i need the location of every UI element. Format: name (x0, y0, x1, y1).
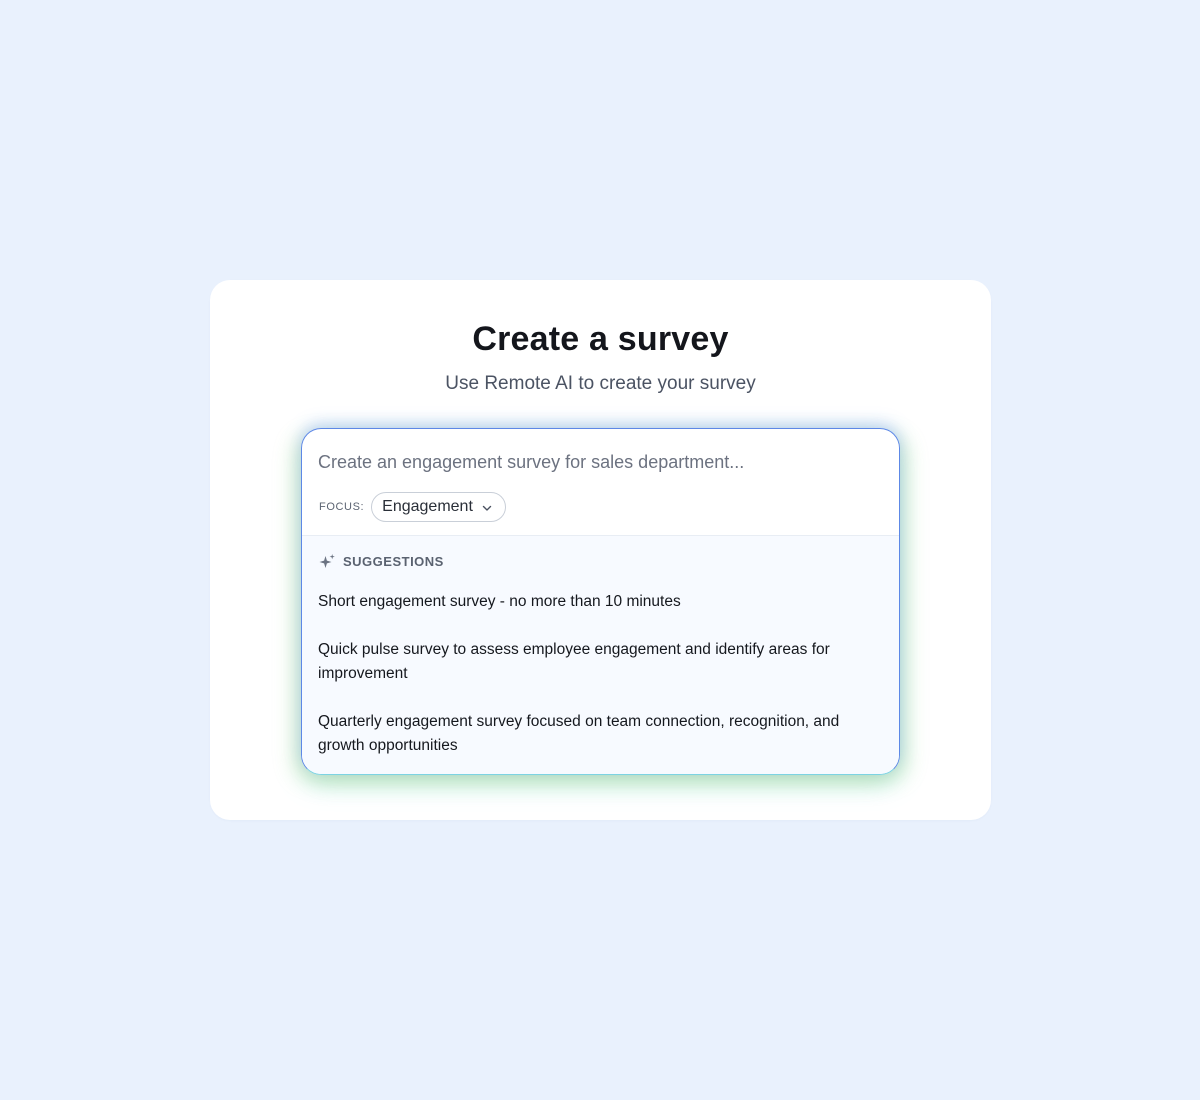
survey-card: Create a survey Use Remote AI to create … (210, 280, 991, 820)
suggestions-panel: SUGGESTIONS Short engagement survey - no… (302, 535, 899, 774)
suggestions-heading: SUGGESTIONS (343, 554, 444, 569)
focus-selected-value: Engagement (382, 498, 473, 515)
page-subtitle: Use Remote AI to create your survey (445, 373, 756, 394)
focus-row: FOCUS: Engagement (319, 492, 506, 522)
survey-prompt-input[interactable] (318, 449, 878, 475)
suggestion-item[interactable]: Quick pulse survey to assess employee en… (318, 638, 883, 686)
page-title: Create a survey (472, 320, 729, 358)
chevron-down-icon (481, 501, 493, 513)
prompt-box: FOCUS: Engagement (301, 428, 900, 775)
suggestions-header: SUGGESTIONS (318, 552, 444, 571)
page-background: Create a survey Use Remote AI to create … (0, 0, 1200, 1100)
focus-dropdown[interactable]: Engagement (371, 492, 506, 522)
sparkle-icon (318, 552, 337, 571)
suggestion-item[interactable]: Quarterly engagement survey focused on t… (318, 710, 883, 758)
focus-label: FOCUS: (319, 501, 365, 513)
suggestion-item[interactable]: Short engagement survey - no more than 1… (318, 590, 883, 614)
